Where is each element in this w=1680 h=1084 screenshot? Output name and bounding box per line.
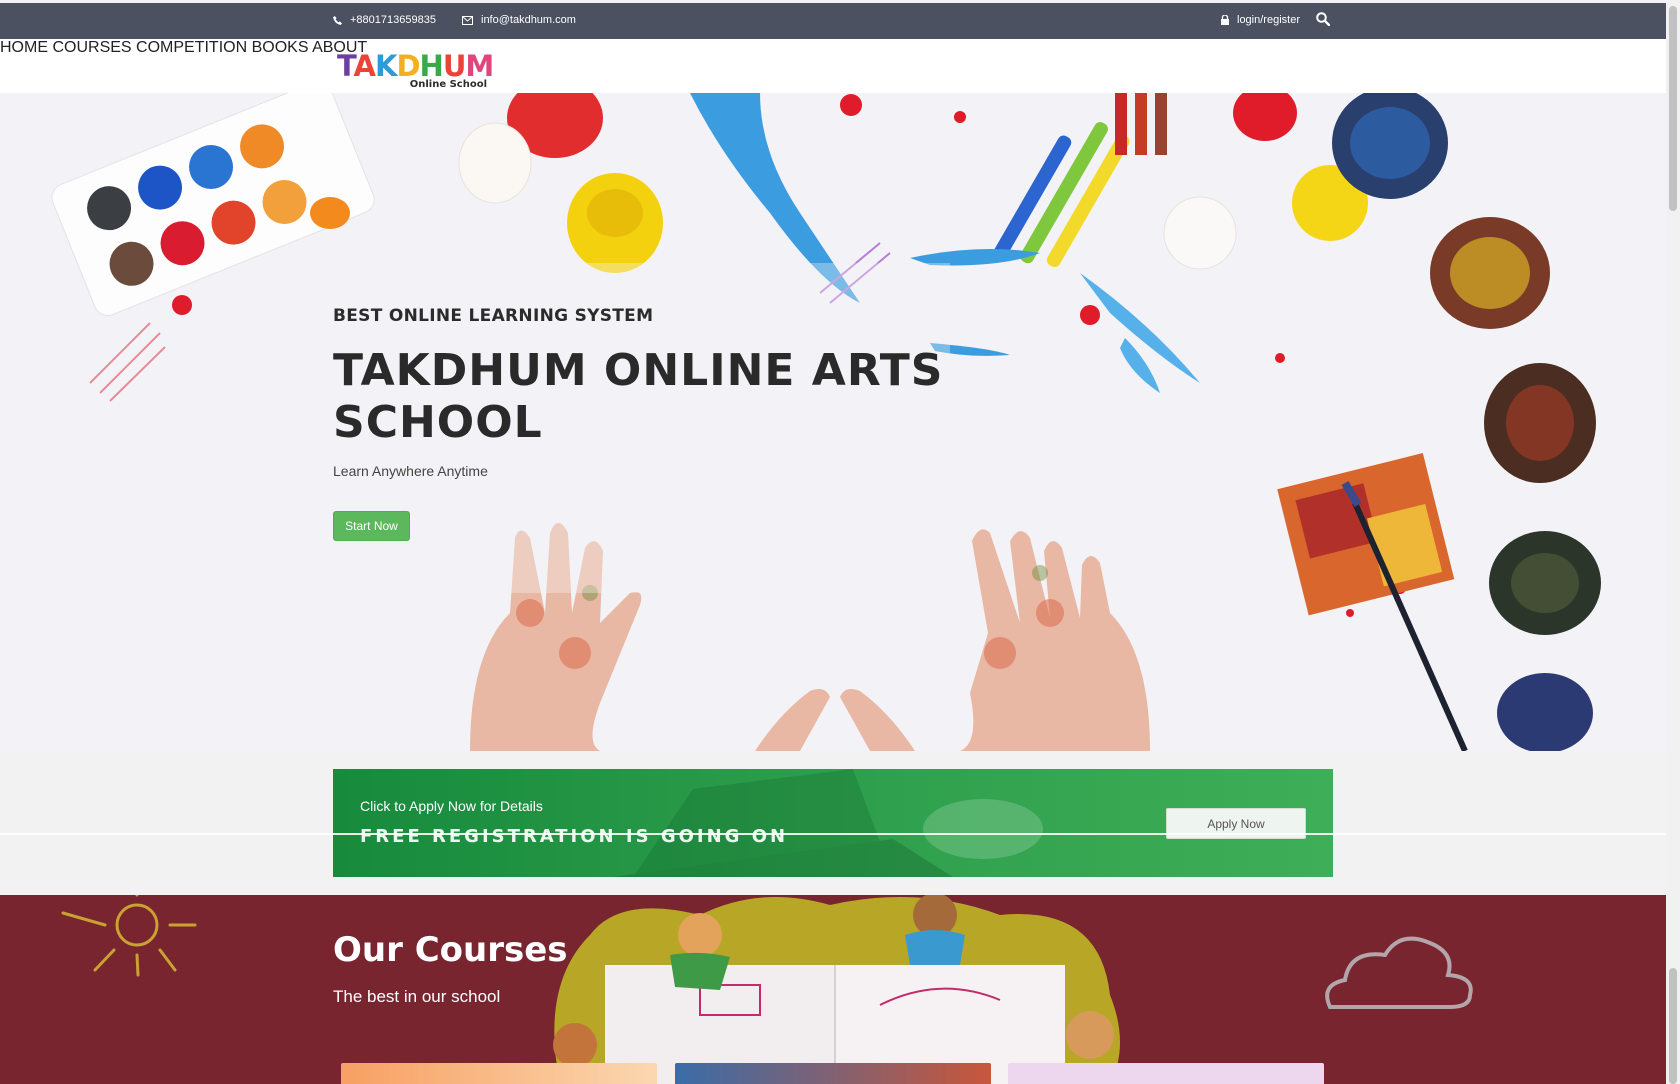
course-card[interactable] [675, 1063, 991, 1084]
lock-icon [1221, 15, 1229, 25]
phone-number: +8801713659835 [350, 14, 436, 26]
courses-section: Our Courses The best in our school [0, 895, 1666, 1084]
contact-phone[interactable]: +8801713659835 [333, 14, 436, 26]
contact-email[interactable]: info@takdhum.com [462, 14, 576, 26]
logo-word: TAKDHUM [337, 49, 494, 83]
main-nav: HOME COURSES COMPETITION BOOKS ABOUT [0, 39, 1666, 57]
hero-pretitle: BEST ONLINE LEARNING SYSTEM [333, 306, 654, 326]
login-register-label: login/register [1237, 14, 1300, 26]
envelope-icon [462, 15, 473, 25]
courses-subtitle: The best in our school [333, 987, 501, 1006]
kids-drawing-illustration [61, 895, 1473, 1084]
apply-details-text: Click to Apply Now for Details [360, 798, 543, 814]
search-button[interactable] [1316, 12, 1330, 26]
free-registration-text: FREE REGISTRATION IS GOING ON [360, 826, 789, 847]
search-icon [1316, 12, 1330, 26]
login-register-link[interactable]: login/register [1221, 14, 1300, 26]
divider-line [0, 833, 1666, 835]
scrollbar-thumb[interactable] [1669, 6, 1677, 211]
start-now-button[interactable]: Start Now [333, 511, 410, 541]
nav-competition[interactable]: COMPETITION [136, 39, 247, 56]
nav-books[interactable]: BOOKS [252, 39, 309, 56]
logo-subtitle: Online School [409, 79, 487, 90]
page-scrollbar[interactable] [1666, 0, 1680, 1084]
scrollbar-thumb-lower[interactable] [1669, 968, 1677, 1084]
hero-tagline: Learn Anywhere Anytime [333, 463, 488, 479]
top-bar: +8801713659835 info@takdhum.com login/re… [0, 3, 1666, 39]
nav-courses[interactable]: COURSES [52, 39, 131, 56]
phone-icon [333, 15, 342, 25]
hero-title: TAKDHUM ONLINE ARTS SCHOOL [333, 345, 944, 448]
main-header: TAKDHUM Online School HOME COURSES COMPE… [0, 39, 1666, 93]
nav-home[interactable]: HOME [0, 39, 48, 56]
hero-banner: BEST ONLINE LEARNING SYSTEM TAKDHUM ONLI… [0, 93, 1666, 751]
courses-title: Our Courses [333, 930, 568, 970]
course-card[interactable] [1008, 1063, 1324, 1084]
site-logo[interactable]: TAKDHUM Online School [337, 49, 494, 91]
registration-banner[interactable]: Click to Apply Now for Details FREE REGI… [333, 769, 1333, 877]
course-card[interactable] [341, 1063, 657, 1084]
email-address: info@takdhum.com [481, 14, 576, 26]
